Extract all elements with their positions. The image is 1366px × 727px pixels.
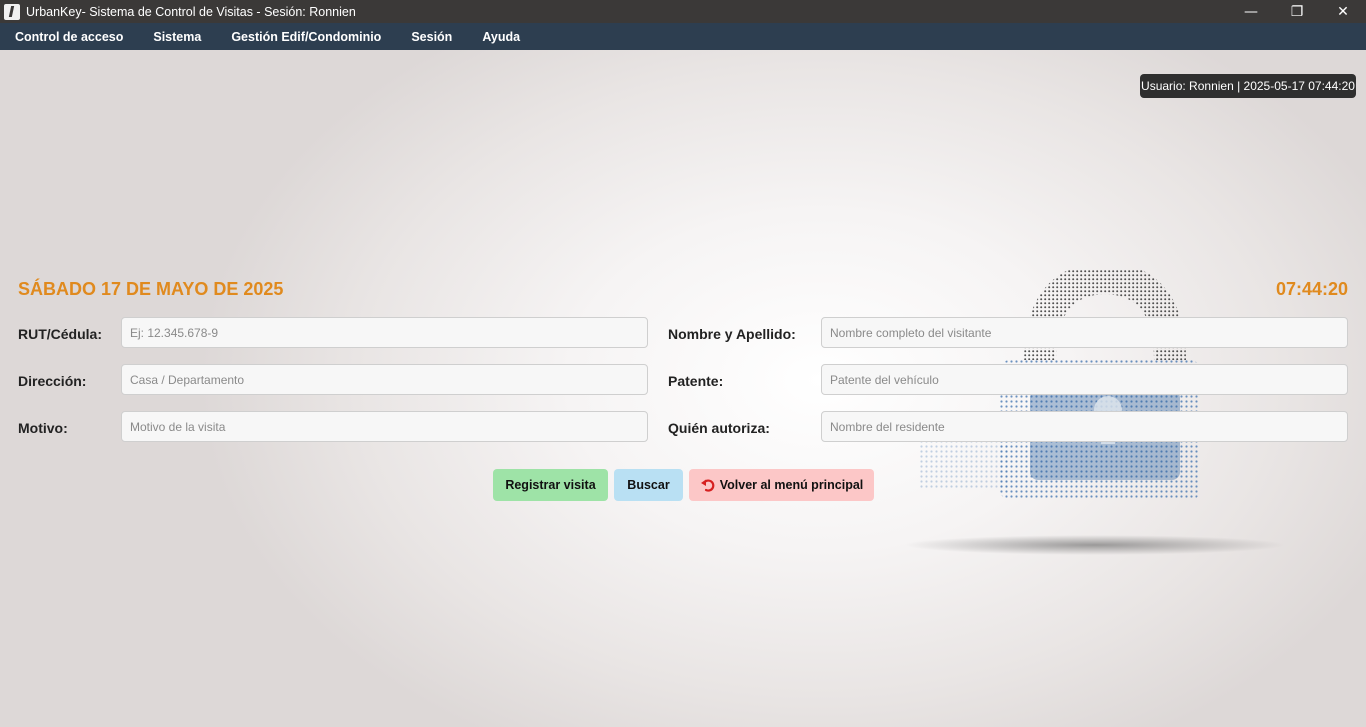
menu-sistema[interactable]: Sistema [138, 23, 216, 50]
search-button[interactable]: Buscar [614, 469, 683, 501]
autoriza-input[interactable] [821, 411, 1348, 442]
menu-control-acceso[interactable]: Control de acceso [0, 23, 138, 50]
undo-icon [700, 479, 715, 492]
menu-gestion-edificio[interactable]: Gestión Edif/Condominio [216, 23, 396, 50]
nombre-input[interactable] [821, 317, 1348, 348]
direccion-label: Dirección: [18, 373, 87, 389]
close-icon[interactable]: ✕ [1320, 0, 1366, 23]
direccion-input[interactable] [121, 364, 648, 395]
patente-input[interactable] [821, 364, 1348, 395]
search-label: Buscar [627, 478, 670, 492]
minimize-icon[interactable]: — [1228, 0, 1274, 23]
menu-ayuda[interactable]: Ayuda [467, 23, 535, 50]
menu-sesion[interactable]: Sesión [396, 23, 467, 50]
current-time: 07:44:20 [1275, 279, 1348, 299]
motivo-input[interactable] [121, 411, 648, 442]
menu-bar: Control de acceso Sistema Gestión Edif/C… [0, 23, 1366, 50]
back-to-menu-label: Volver al menú principal [719, 478, 864, 492]
motivo-label: Motivo: [18, 420, 68, 436]
register-visit-button[interactable]: Registrar visita [493, 469, 608, 501]
restore-icon[interactable]: ❐ [1274, 0, 1320, 23]
nombre-label: Nombre y Apellido: [668, 326, 796, 342]
rut-label: RUT/Cédula: [18, 326, 102, 342]
app-logo-icon [4, 3, 20, 20]
back-to-menu-button[interactable]: Volver al menú principal [689, 469, 874, 501]
register-visit-label: Registrar visita [505, 478, 596, 492]
window-controls: — ❐ ✕ [1228, 0, 1366, 23]
window-title: UrbanKey- Sistema de Control de Visitas … [26, 4, 356, 19]
autoriza-label: Quién autoriza: [668, 420, 770, 436]
user-status-badge: Usuario: Ronnien | 2025-05-17 07:44:20 [1140, 74, 1356, 98]
current-date: SÁBADO 17 DE MAYO DE 2025 [18, 279, 284, 299]
rut-input[interactable] [121, 317, 648, 348]
patente-label: Patente: [668, 373, 724, 389]
title-bar: UrbanKey- Sistema de Control de Visitas … [0, 0, 1366, 23]
